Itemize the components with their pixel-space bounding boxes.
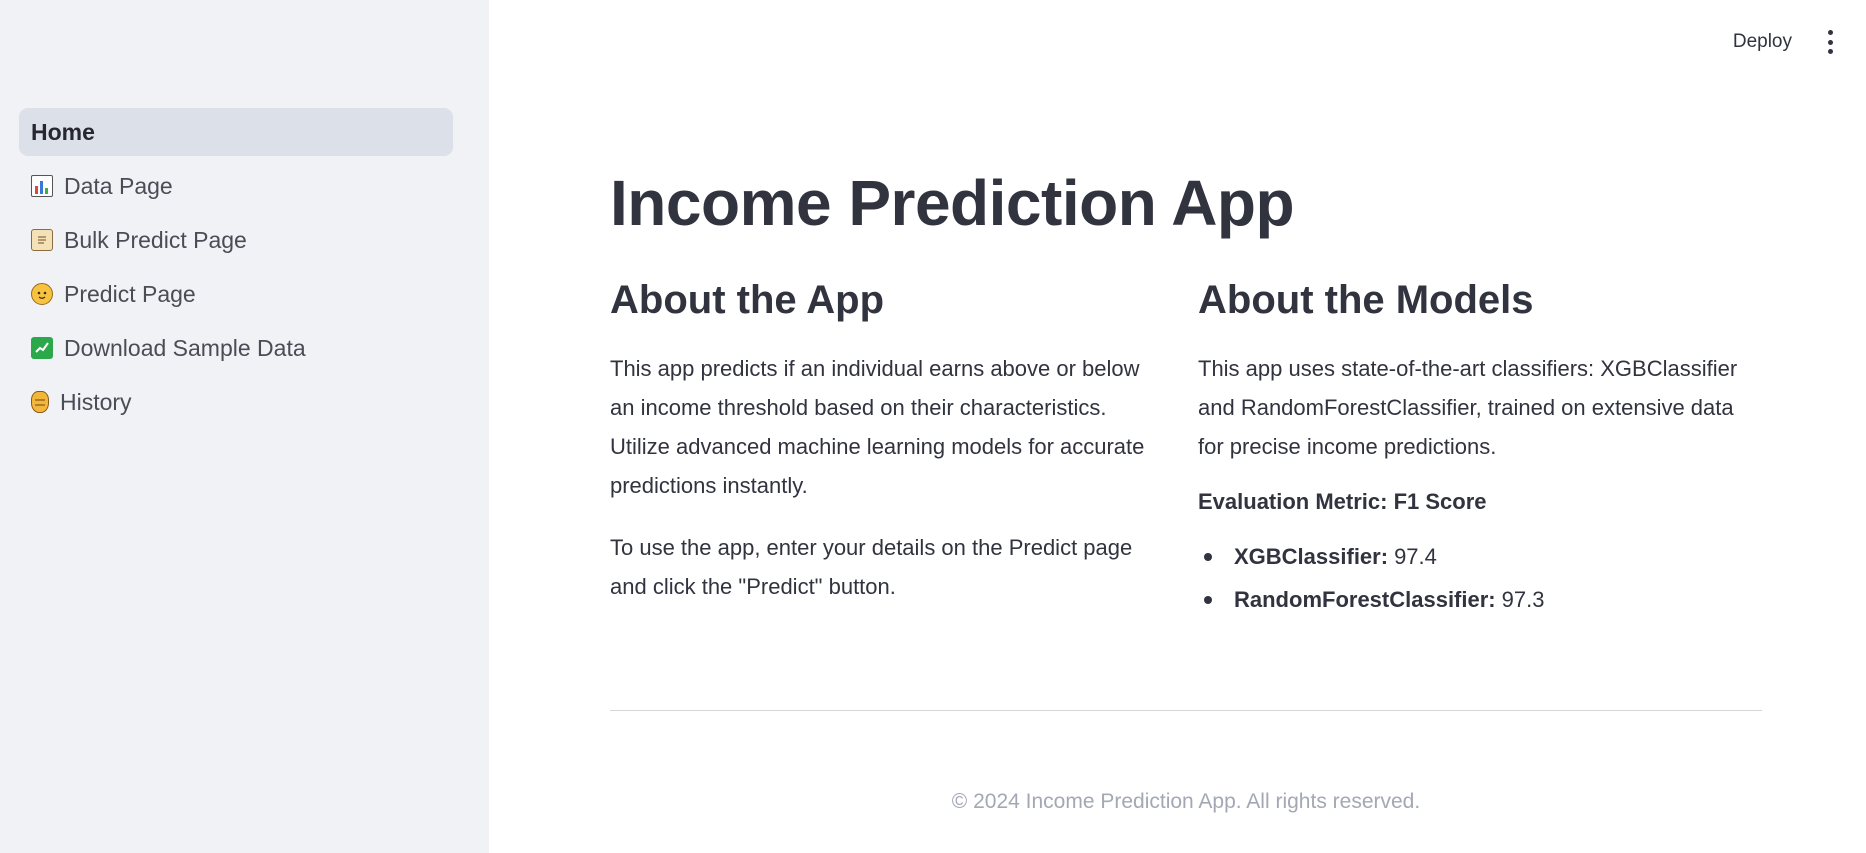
list-item: RandomForestClassifier: 97.3 (1198, 578, 1758, 621)
divider (610, 710, 1762, 711)
bullet-icon (1204, 552, 1212, 561)
sidebar-item-predict-page[interactable]: Predict Page (19, 270, 453, 318)
top-toolbar: Deploy (1733, 0, 1866, 84)
sidebar-item-history[interactable]: History (19, 378, 453, 426)
chart-increasing-icon (31, 337, 53, 359)
evaluation-metric-heading: Evaluation Metric: F1 Score (1198, 489, 1487, 514)
sidebar-item-data-page[interactable]: Data Page (19, 162, 453, 210)
sidebar-nav: Home Data Page Bulk Predict Page Predict… (19, 108, 453, 432)
about-app-paragraph: This app predicts if an individual earns… (610, 356, 1145, 498)
model-scores-list: XGBClassifier: 97.4 RandomForestClassifi… (1198, 535, 1758, 621)
about-models-paragraph: This app uses state-of-the-art classifie… (1198, 356, 1738, 459)
model-score: 97.3 (1501, 587, 1545, 612)
kebab-menu-icon[interactable] (1824, 30, 1836, 54)
page-title: Income Prediction App (610, 167, 1295, 239)
sidebar-item-label: Download Sample Data (64, 334, 306, 361)
sidebar-item-label: History (60, 388, 132, 415)
footer-copyright: © 2024 Income Prediction App. All rights… (951, 790, 1421, 813)
usage-instructions: To use the app, enter your details on th… (610, 535, 1133, 599)
model-name: XGBClassifier: (1234, 544, 1389, 569)
about-app-heading: About the App (610, 278, 885, 322)
bar-chart-icon (31, 175, 53, 197)
sidebar-item-label: Bulk Predict Page (64, 226, 247, 253)
bullet-icon (1204, 595, 1212, 604)
sidebar: Home Data Page Bulk Predict Page Predict… (0, 0, 489, 853)
sidebar-item-label: Data Page (64, 172, 173, 199)
about-app-section: About the App This app predicts if an in… (610, 278, 1170, 629)
scroll-icon (31, 229, 53, 251)
sidebar-item-home[interactable]: Home (19, 108, 453, 156)
list-item: XGBClassifier: 97.4 (1198, 535, 1758, 578)
sidebar-item-bulk-predict-page[interactable]: Bulk Predict Page (19, 216, 453, 264)
model-score: 97.4 (1394, 544, 1437, 569)
child-face-icon (31, 283, 53, 305)
amphora-icon (31, 391, 49, 413)
sidebar-item-label: Home (31, 118, 95, 145)
about-models-section: About the Models This app uses state-of-… (1198, 278, 1758, 621)
about-models-heading: About the Models (1198, 278, 1534, 322)
deploy-button[interactable]: Deploy (1733, 31, 1792, 53)
model-name: RandomForestClassifier: (1234, 587, 1496, 612)
sidebar-item-label: Predict Page (64, 280, 196, 307)
sidebar-item-download-sample-data[interactable]: Download Sample Data (19, 324, 453, 372)
